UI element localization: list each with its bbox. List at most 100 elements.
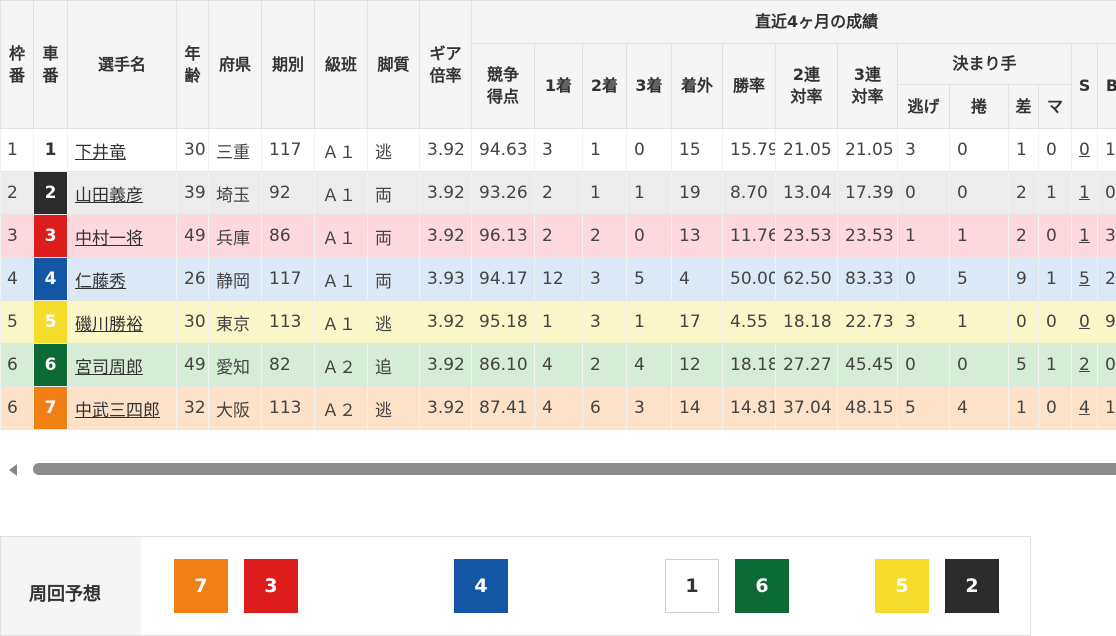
header-nige: 逃げ bbox=[898, 85, 950, 129]
cell-out: 19 bbox=[672, 172, 723, 215]
cell-s: 0 bbox=[1072, 301, 1098, 344]
cell-name: 宮司周郎 bbox=[68, 344, 177, 387]
cell-makuri: 4 bbox=[950, 387, 1009, 430]
start-count-link[interactable]: 1 bbox=[1079, 183, 1090, 203]
header-waku: 枠 番 bbox=[1, 1, 34, 129]
cell-trio: 83.33 bbox=[838, 258, 898, 301]
cell-makuri: 5 bbox=[950, 258, 1009, 301]
racer-name-link[interactable]: 仁藤秀 bbox=[75, 272, 126, 292]
cell-waku: 1 bbox=[1, 129, 34, 172]
header-pref: 府県 bbox=[209, 1, 262, 129]
header-name: 選手名 bbox=[68, 1, 177, 129]
cell-nige: 3 bbox=[898, 301, 950, 344]
cell-makuri: 0 bbox=[950, 129, 1009, 172]
cell-out: 17 bbox=[672, 301, 723, 344]
prediction-chip: 4 bbox=[454, 559, 508, 613]
prediction-chip: 3 bbox=[244, 559, 298, 613]
cell-gear: 3.92 bbox=[420, 301, 472, 344]
cell-pref: 三重 bbox=[209, 129, 262, 172]
horizontal-scrollbar[interactable] bbox=[0, 455, 1116, 483]
cell-s: 4 bbox=[1072, 387, 1098, 430]
cell-nige: 5 bbox=[898, 387, 950, 430]
cell-gear: 3.92 bbox=[420, 215, 472, 258]
prediction-chip: 1 bbox=[665, 559, 719, 613]
start-count-link[interactable]: 4 bbox=[1079, 398, 1090, 418]
cell-s: 1 bbox=[1072, 215, 1098, 258]
cell-second: 2 bbox=[583, 215, 627, 258]
scroll-left-arrow-icon[interactable] bbox=[9, 464, 17, 476]
cell-win-rate: 15.79 bbox=[723, 129, 776, 172]
cell-third: 1 bbox=[627, 301, 672, 344]
cell-score: 95.18 bbox=[472, 301, 535, 344]
racer-name-link[interactable]: 中武三四郎 bbox=[75, 401, 160, 421]
header-leg: 脚質 bbox=[368, 1, 420, 129]
cell-ma: 1 bbox=[1039, 172, 1072, 215]
cell-third: 1 bbox=[627, 172, 672, 215]
cell-ma: 0 bbox=[1039, 387, 1072, 430]
cell-nige: 1 bbox=[898, 215, 950, 258]
cell-win-rate: 18.18 bbox=[723, 344, 776, 387]
start-count-link[interactable]: 0 bbox=[1079, 312, 1090, 332]
header-kimarite: 決まり手 bbox=[898, 44, 1072, 85]
racer-row: 44仁藤秀26静岡117Ａ１両3.9394.171235450.0062.508… bbox=[1, 258, 1116, 301]
scrollbar-thumb[interactable] bbox=[33, 463, 1116, 475]
entry-table-container[interactable]: 枠 番 車 番 選手名 年 齢 府県 期別 級班 脚質 ギア 倍率 直近4ヶ月の… bbox=[0, 0, 1116, 432]
header-age: 年 齢 bbox=[177, 1, 209, 129]
racer-name-link[interactable]: 下井竜 bbox=[75, 143, 126, 163]
cell-first: 2 bbox=[535, 172, 583, 215]
racer-name-link[interactable]: 中村一将 bbox=[75, 229, 143, 249]
racer-row: 33中村一将49兵庫86Ａ１両3.9296.132201311.7623.532… bbox=[1, 215, 1116, 258]
racer-name-link[interactable]: 磯川勝裕 bbox=[75, 315, 143, 335]
cell-name: 磯川勝裕 bbox=[68, 301, 177, 344]
start-count-link[interactable]: 0 bbox=[1079, 140, 1090, 160]
cell-age: 49 bbox=[177, 215, 209, 258]
cell-ma: 1 bbox=[1039, 258, 1072, 301]
prediction-chip: 7 bbox=[174, 559, 228, 613]
cell-grade: Ａ１ bbox=[315, 258, 368, 301]
cell-term: 113 bbox=[262, 301, 315, 344]
cell-score: 94.17 bbox=[472, 258, 535, 301]
cell-leg: 逃 bbox=[368, 387, 420, 430]
cell-grade: Ａ１ bbox=[315, 129, 368, 172]
cell-first: 3 bbox=[535, 129, 583, 172]
cell-sashi: 2 bbox=[1009, 172, 1039, 215]
cell-sashi: 0 bbox=[1009, 301, 1039, 344]
cell-age: 49 bbox=[177, 344, 209, 387]
cell-nige: 0 bbox=[898, 344, 950, 387]
cell-s: 5 bbox=[1072, 258, 1098, 301]
header-recent: 直近4ヶ月の成績 bbox=[472, 1, 1116, 44]
cell-score: 93.26 bbox=[472, 172, 535, 215]
cell-trio: 22.73 bbox=[838, 301, 898, 344]
cell-gear: 3.92 bbox=[420, 172, 472, 215]
cell-term: 92 bbox=[262, 172, 315, 215]
cell-waku: 3 bbox=[1, 215, 34, 258]
cell-sashi: 2 bbox=[1009, 215, 1039, 258]
cell-win-rate: 4.55 bbox=[723, 301, 776, 344]
cell-third: 0 bbox=[627, 215, 672, 258]
start-count-link[interactable]: 2 bbox=[1079, 355, 1090, 375]
start-count-link[interactable]: 1 bbox=[1079, 226, 1090, 246]
cell-age: 30 bbox=[177, 129, 209, 172]
racer-name-link[interactable]: 山田義彦 bbox=[75, 186, 143, 206]
cell-name: 山田義彦 bbox=[68, 172, 177, 215]
cell-b: 12 bbox=[1098, 129, 1116, 172]
racer-name-link[interactable]: 宮司周郎 bbox=[75, 358, 143, 378]
cell-out: 12 bbox=[672, 344, 723, 387]
cell-s: 2 bbox=[1072, 344, 1098, 387]
cell-pref: 兵庫 bbox=[209, 215, 262, 258]
cell-nige: 3 bbox=[898, 129, 950, 172]
lap-prediction-label: 周回予想 bbox=[1, 537, 141, 635]
cell-age: 39 bbox=[177, 172, 209, 215]
header-ma: マ bbox=[1039, 85, 1072, 129]
cell-trio: 23.53 bbox=[838, 215, 898, 258]
car-number-badge: 7 bbox=[34, 387, 68, 430]
cell-out: 15 bbox=[672, 129, 723, 172]
cell-ma: 0 bbox=[1039, 215, 1072, 258]
start-count-link[interactable]: 5 bbox=[1079, 269, 1090, 289]
car-number-badge: 5 bbox=[34, 301, 68, 344]
cell-age: 32 bbox=[177, 387, 209, 430]
cell-leg: 追 bbox=[368, 344, 420, 387]
cell-quinella: 62.50 bbox=[776, 258, 838, 301]
cell-win-rate: 14.81 bbox=[723, 387, 776, 430]
cell-win-rate: 8.70 bbox=[723, 172, 776, 215]
